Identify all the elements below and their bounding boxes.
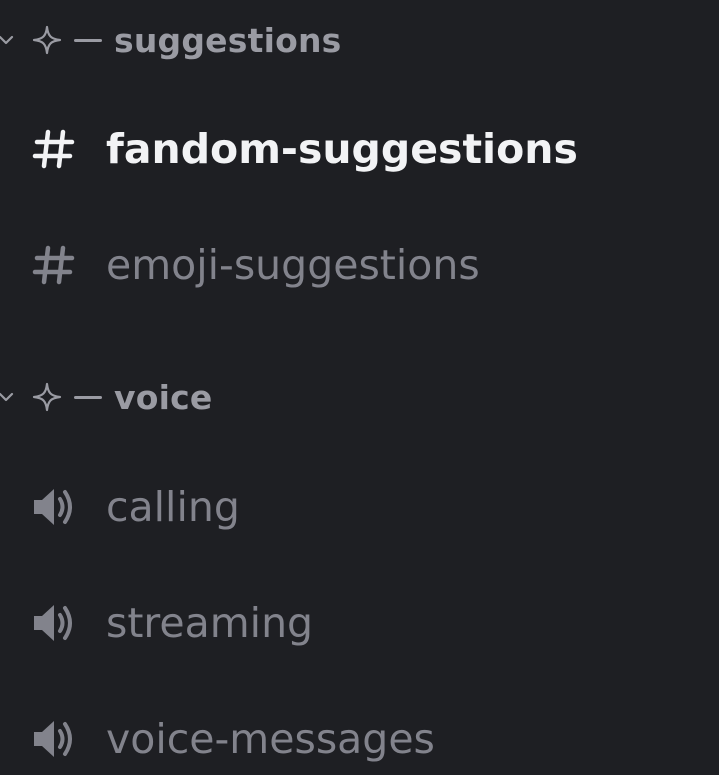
channel-voice-messages[interactable]: voice-messages bbox=[28, 704, 435, 774]
sparkle-icon bbox=[30, 380, 64, 414]
channel-label: voice-messages bbox=[106, 715, 435, 763]
channel-fandom-suggestions[interactable]: fandom-suggestions bbox=[28, 114, 578, 184]
channel-label: emoji-suggestions bbox=[106, 241, 480, 289]
chevron-down-icon bbox=[0, 386, 20, 408]
channel-label: calling bbox=[106, 483, 240, 531]
category-label: voice bbox=[114, 377, 213, 417]
channel-label: streaming bbox=[106, 599, 314, 647]
sparkle-icon bbox=[30, 23, 64, 57]
channel-streaming[interactable]: streaming bbox=[28, 588, 313, 658]
category-voice[interactable]: voice bbox=[0, 373, 212, 421]
chevron-down-icon bbox=[0, 29, 20, 51]
channel-label: fandom-suggestions bbox=[106, 125, 578, 173]
category-label: suggestions bbox=[114, 20, 342, 60]
channel-calling[interactable]: calling bbox=[28, 472, 240, 542]
hash-icon bbox=[28, 123, 80, 175]
hash-icon bbox=[28, 239, 80, 291]
category-dash bbox=[74, 395, 102, 399]
speaker-icon bbox=[28, 481, 80, 533]
category-dash bbox=[74, 38, 102, 42]
category-suggestions[interactable]: suggestions bbox=[0, 16, 342, 64]
speaker-icon bbox=[28, 713, 80, 765]
channel-emoji-suggestions[interactable]: emoji-suggestions bbox=[28, 230, 480, 300]
speaker-icon bbox=[28, 597, 80, 649]
